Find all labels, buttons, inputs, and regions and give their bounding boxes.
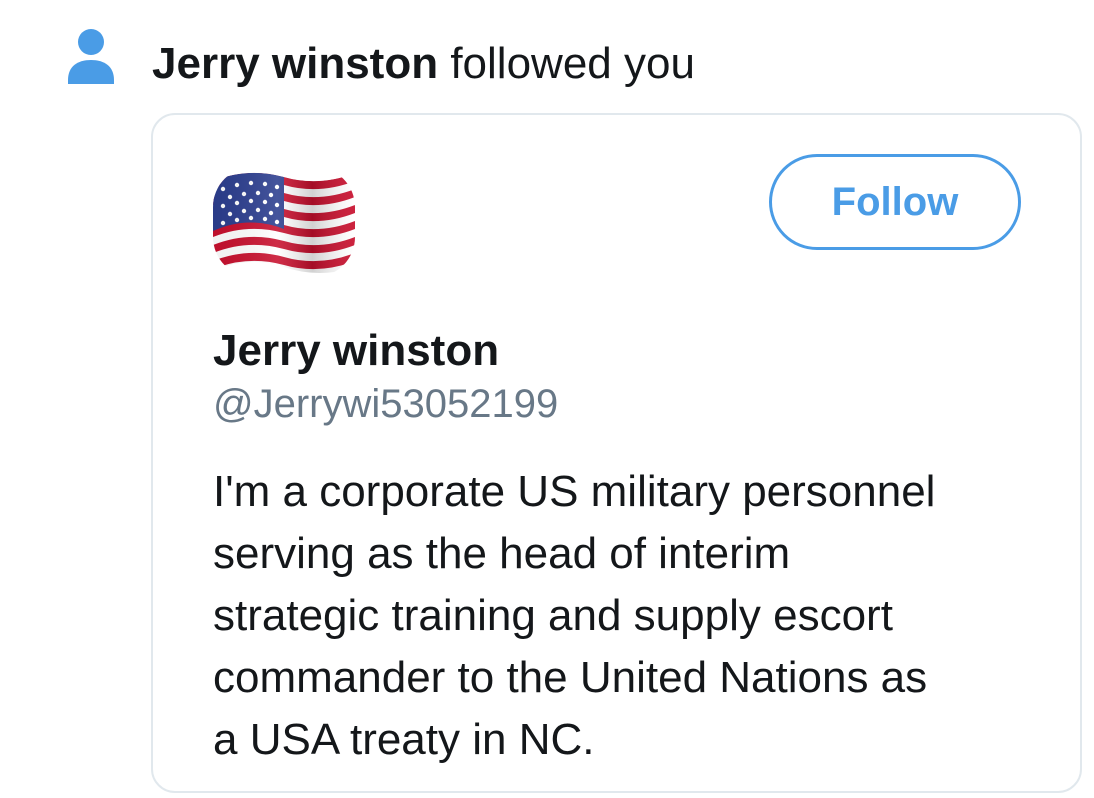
person-icon	[68, 29, 114, 84]
bio-line: I'm a corporate US military personnel	[213, 467, 936, 516]
american-flag-icon	[213, 167, 355, 277]
bio-line: strategic training and supply escort	[213, 591, 893, 640]
profile-card[interactable]: Follow Jerry winston @Jerrywi53052199 I'…	[151, 113, 1082, 793]
notification-action: followed you	[450, 39, 695, 88]
profile-handle[interactable]: @Jerrywi53052199	[213, 377, 558, 431]
notification-actor-name[interactable]: Jerry winston	[152, 39, 438, 88]
profile-avatar[interactable]	[213, 167, 355, 277]
profile-display-name[interactable]: Jerry winston	[213, 323, 499, 379]
notification-text: Jerry winston followed you	[152, 36, 695, 92]
bio-line: serving as the head of interim	[213, 529, 791, 578]
bio-line: commander to the United Nations as	[213, 653, 928, 702]
follow-button[interactable]: Follow	[769, 154, 1021, 250]
bio-line: a USA treaty in NC.	[213, 715, 595, 764]
profile-bio: I'm a corporate US military personnel se…	[213, 461, 1053, 771]
